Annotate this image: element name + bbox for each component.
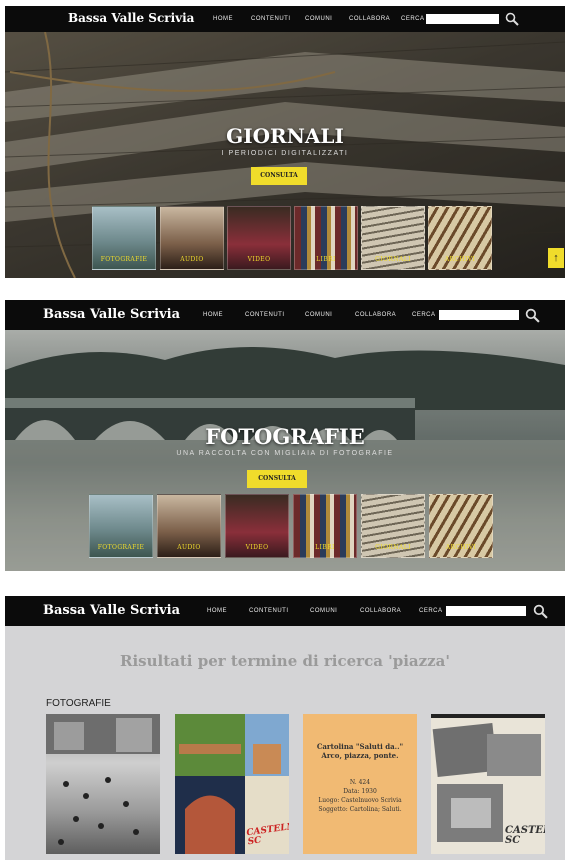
top-nav: Bassa Valle Scrivia HOME CONTENUTI COMUN… <box>5 300 565 330</box>
nav-cerca[interactable]: CERCA <box>401 16 425 22</box>
search-input[interactable] <box>426 14 499 24</box>
search-icon[interactable] <box>525 308 540 323</box>
panel-title: GIORNALI <box>226 124 344 148</box>
nav-home[interactable]: HOME <box>213 16 233 22</box>
site-brand[interactable]: Bassa Valle Scrivia <box>43 603 180 618</box>
card-date: Data: 1930 <box>343 788 377 795</box>
site-brand[interactable]: Bassa Valle Scrivia <box>68 11 194 25</box>
nav-collabora[interactable]: COLLABORA <box>360 608 401 614</box>
category-fotografie[interactable]: FOTOGRAFIE <box>92 206 156 270</box>
category-label: ARCHIVI <box>444 256 476 263</box>
card-subject: Soggetto: Cartolina; Saluti. <box>318 806 402 813</box>
nav-cerca[interactable]: CERCA <box>412 312 436 318</box>
category-label: LIBRI <box>316 256 336 263</box>
result-card-4[interactable]: CASTEL SC <box>431 714 545 854</box>
search-input[interactable] <box>446 606 526 616</box>
category-label: ARCHIVI <box>445 544 477 551</box>
category-audio[interactable]: AUDIO <box>157 494 221 558</box>
category-archivi[interactable]: ARCHIVI <box>428 206 492 270</box>
back-to-top-button[interactable]: ↑ <box>548 248 564 268</box>
category-label: GIORNALI <box>375 256 411 263</box>
category-label: GIORNALI <box>375 544 411 551</box>
category-label: VIDEO <box>245 544 269 551</box>
nav-cerca[interactable]: CERCA <box>419 608 443 614</box>
category-label: VIDEO <box>247 256 271 263</box>
result-card-2[interactable]: CASTELN SC <box>175 714 289 854</box>
category-giornali[interactable]: GIORNALI <box>361 206 425 270</box>
category-archivi[interactable]: ARCHIVI <box>429 494 493 558</box>
hero-giornali: GIORNALI I PERIODICI DIGITALIZZATI CONSU… <box>5 32 565 278</box>
card-details: N. 424 Data: 1930 Luogo: Castelnuovo Scr… <box>309 778 411 814</box>
site-brand[interactable]: Bassa Valle Scrivia <box>43 307 180 322</box>
category-libri[interactable]: LIBRI <box>293 494 357 558</box>
category-label: AUDIO <box>180 256 204 263</box>
nav-collabora[interactable]: COLLABORA <box>355 312 396 318</box>
screenshot-fotografie: Bassa Valle Scrivia HOME CONTENUTI COMUN… <box>5 300 565 571</box>
category-label: FOTOGRAFIE <box>100 256 148 263</box>
nav-contenuti[interactable]: CONTENUTI <box>251 16 291 22</box>
category-label: AUDIO <box>177 544 201 551</box>
category-video[interactable]: VIDEO <box>227 206 291 270</box>
search-icon[interactable] <box>505 12 519 26</box>
search-icon[interactable] <box>533 604 548 619</box>
category-fotografie[interactable]: FOTOGRAFIE <box>89 494 153 558</box>
nav-comuni[interactable]: COMUNI <box>310 608 337 614</box>
panel-subtitle: UNA RACCOLTA CON MIGLIAIA DI FOTOGRAFIE <box>176 450 394 457</box>
nav-home[interactable]: HOME <box>207 608 227 614</box>
hero-fotografie: FOTOGRAFIE UNA RACCOLTA CON MIGLIAIA DI … <box>5 330 565 571</box>
top-nav: Bassa Valle Scrivia HOME CONTENUTI COMUN… <box>5 6 565 32</box>
result-card-1[interactable] <box>46 714 160 854</box>
category-giornali[interactable]: GIORNALI <box>361 494 425 558</box>
nav-contenuti[interactable]: CONTENUTI <box>245 312 285 318</box>
nav-comuni[interactable]: COMUNI <box>305 312 332 318</box>
postcard-lettering: CASTEL SC <box>505 825 545 846</box>
nav-collabora[interactable]: COLLABORA <box>349 16 390 22</box>
panel-title: FOTOGRAFIE <box>205 424 365 449</box>
card-caption: Cartolina "Saluti da.." Arco, piazza, po… <box>316 742 404 760</box>
top-nav: Bassa Valle Scrivia HOME CONTENUTI COMUN… <box>5 596 565 626</box>
search-input[interactable] <box>439 310 519 320</box>
result-card-3[interactable]: Cartolina "Saluti da.." Arco, piazza, po… <box>303 714 417 854</box>
consulta-button[interactable]: CONSULTA <box>247 470 307 488</box>
category-label: FOTOGRAFIE <box>97 544 145 551</box>
category-libri[interactable]: LIBRI <box>294 206 358 270</box>
category-audio[interactable]: AUDIO <box>160 206 224 270</box>
piazza-photo <box>46 714 160 845</box>
nav-comuni[interactable]: COMUNI <box>305 16 332 22</box>
card-number: N. 424 <box>349 779 371 786</box>
section-title: FOTOGRAFIE <box>46 698 111 709</box>
results-heading: Risultati per termine di ricerca 'piazza… <box>120 652 450 670</box>
screenshot-giornali: Bassa Valle Scrivia HOME CONTENUTI COMUN… <box>5 6 565 278</box>
results-area: Risultati per termine di ricerca 'piazza… <box>5 626 565 860</box>
nav-contenuti[interactable]: CONTENUTI <box>249 608 289 614</box>
card-place: Luogo: Castelnuovo Scrivia <box>318 797 402 804</box>
screenshot-results: Bassa Valle Scrivia HOME CONTENUTI COMUN… <box>5 596 565 860</box>
consulta-button[interactable]: CONSULTA <box>251 167 307 185</box>
category-video[interactable]: VIDEO <box>225 494 289 558</box>
nav-home[interactable]: HOME <box>203 312 223 318</box>
panel-subtitle: I PERIODICI DIGITALIZZATI <box>221 150 349 157</box>
category-label: LIBRI <box>315 544 335 551</box>
